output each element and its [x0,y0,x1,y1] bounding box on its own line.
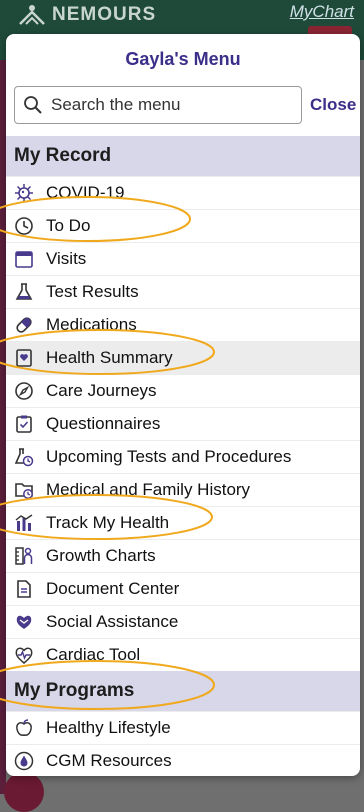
menu-item-cardiac-tool[interactable]: Cardiac Tool [6,638,360,671]
menu-item-label: Track My Health [46,513,170,532]
pill-icon [14,315,34,335]
nemours-mark-icon [19,5,45,25]
menu-item-label: Social Assistance [46,612,179,631]
bar-chart-icon [14,513,34,533]
clock-icon [14,216,34,236]
menu-item-health-summary[interactable]: Health Summary [6,341,360,374]
menu-item-label: Growth Charts [46,546,156,565]
background-avatar [4,772,44,812]
menu-item-medications[interactable]: Medications [6,308,360,341]
mychart-logo: MyChart [289,2,354,21]
menu-title: Gayla's Menu [125,49,241,69]
menu-item-label: Test Results [46,282,139,301]
menu-item-medical-family-history[interactable]: Medical and Family History [6,473,360,506]
flask-clock-icon [14,447,34,467]
menu-item-label: Questionnaires [46,414,161,433]
flask-icon [14,282,34,302]
main-menu-panel: Gayla's Menu Close My Record COVID-19 To… [6,34,360,776]
drop-icon [14,751,34,771]
document-icon [14,579,34,599]
menu-item-to-do[interactable]: To Do [6,209,360,242]
menu-item-cgm-resources[interactable]: CGM Resources [6,744,360,776]
menu-item-visits[interactable]: Visits [6,242,360,275]
section-my-record: My Record [6,136,360,176]
menu-item-growth-charts[interactable]: Growth Charts [6,539,360,572]
menu-item-label: CGM Resources [46,751,172,770]
menu-item-questionnaires[interactable]: Questionnaires [6,407,360,440]
menu-item-test-results[interactable]: Test Results [6,275,360,308]
growth-chart-icon [14,546,34,566]
social-icon [14,612,34,632]
menu-item-healthy-lifestyle[interactable]: Healthy Lifestyle [6,711,360,744]
menu-item-label: Visits [46,249,87,268]
heart-pulse-icon [14,645,34,665]
search-icon [24,96,42,114]
compass-icon [14,381,34,401]
nemours-logo: NEMOURS [18,4,156,26]
brand-name: NEMOURS [52,4,157,25]
menu-item-track-my-health[interactable]: Track My Health [6,506,360,539]
close-button[interactable]: Close [310,95,356,115]
menu-item-label: Healthy Lifestyle [46,718,171,737]
menu-item-label: Document Center [46,579,180,598]
calendar-icon [14,249,34,269]
menu-item-covid-19[interactable]: COVID-19 [6,176,360,209]
checklist-icon [14,414,34,434]
menu-item-label: Medical and Family History [46,480,251,499]
menu-item-label: Upcoming Tests and Procedures [46,447,292,466]
menu-item-label: Health Summary [46,348,173,367]
search-box[interactable] [14,86,302,124]
virus-icon [14,183,34,203]
menu-item-label: To Do [46,216,91,235]
folder-clock-icon [14,480,34,500]
menu-item-upcoming-tests[interactable]: Upcoming Tests and Procedures [6,440,360,473]
menu-item-document-center[interactable]: Document Center [6,572,360,605]
menu-item-label: Cardiac Tool [46,645,141,664]
menu-item-label: COVID-19 [46,183,125,202]
section-my-programs: My Programs [6,671,360,711]
menu-item-care-journeys[interactable]: Care Journeys [6,374,360,407]
heart-document-icon [14,348,34,368]
search-input[interactable] [49,94,293,116]
menu-item-label: Care Journeys [46,381,157,400]
menu-item-social-assistance[interactable]: Social Assistance [6,605,360,638]
apple-icon [14,718,34,738]
menu-item-label: Medications [46,315,137,334]
search-row: Close [6,84,360,126]
